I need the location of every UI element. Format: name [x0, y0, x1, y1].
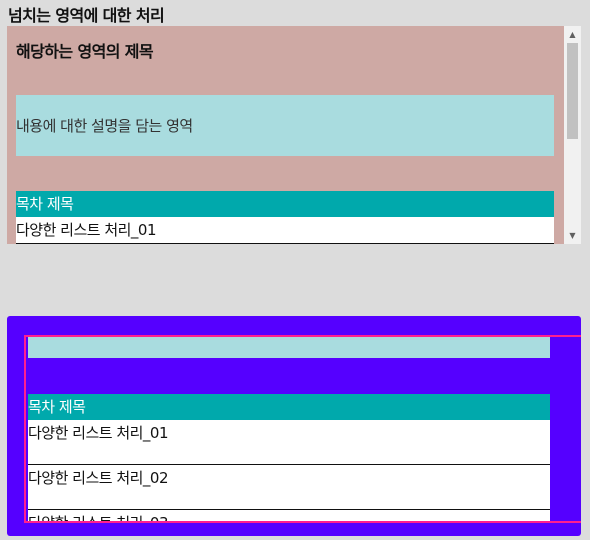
page-title: 넘치는 영역에 대한 처리: [8, 6, 165, 25]
list-item[interactable]: 다양한 리스트 처리_03: [28, 510, 550, 521]
vertical-scrollbar[interactable]: ▲ ▼: [564, 26, 581, 244]
section-title: 해당하는 영역의 제목: [16, 42, 154, 61]
scrollbar-thumb[interactable]: [567, 43, 578, 139]
toc-title: 목차 제목: [28, 394, 550, 420]
list-item[interactable]: 다양한 리스트 처리_01: [16, 217, 554, 244]
overflow-scroll-box[interactable]: 해당하는 영역의 제목 내용에 대한 설명을 담는 영역 목차 제목 다양한 리…: [7, 26, 581, 244]
overflow-hidden-box: 목차 제목 다양한 리스트 처리_01 다양한 리스트 처리_02 다양한 리스…: [7, 316, 581, 536]
list-item[interactable]: 다양한 리스트 처리_01: [28, 420, 550, 465]
list-item[interactable]: 다양한 리스트 처리_02: [28, 465, 550, 510]
description-area: [28, 337, 550, 358]
scroll-up-icon[interactable]: ▲: [564, 26, 581, 43]
toc-title: 목차 제목: [16, 191, 554, 217]
table-of-contents: 목차 제목 다양한 리스트 처리_01: [16, 191, 554, 244]
scroll-down-icon[interactable]: ▼: [564, 227, 581, 244]
table-of-contents: 목차 제목 다양한 리스트 처리_01 다양한 리스트 처리_02 다양한 리스…: [28, 394, 550, 521]
overflow-frame: 목차 제목 다양한 리스트 처리_01 다양한 리스트 처리_02 다양한 리스…: [24, 335, 581, 523]
description-area: 내용에 대한 설명을 담는 영역: [16, 95, 554, 156]
